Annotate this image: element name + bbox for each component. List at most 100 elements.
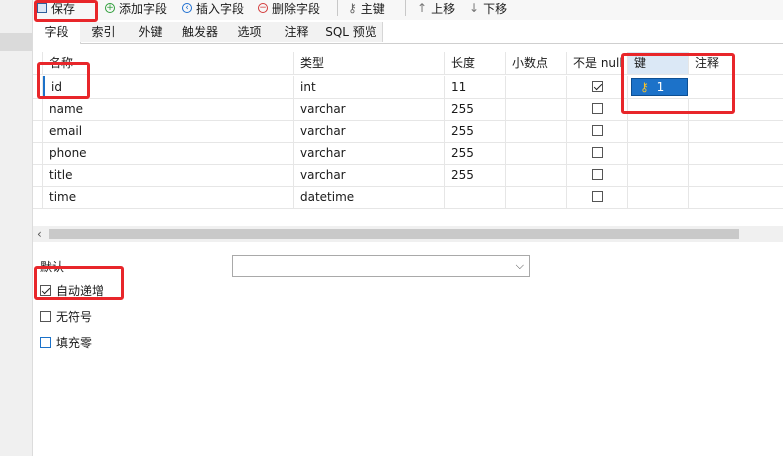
field-comment[interactable] <box>689 76 783 98</box>
field-length[interactable]: 255 <box>445 164 506 186</box>
tab-indexes[interactable]: 索引 <box>80 22 128 42</box>
field-decimals[interactable] <box>506 186 567 208</box>
default-row: 默认 <box>40 258 64 275</box>
col-header-length[interactable]: 长度 <box>445 52 506 74</box>
move-up-label: 上移 <box>431 1 456 16</box>
primary-key-button[interactable]: ⚷ 主键 <box>348 0 385 16</box>
auto-increment-option[interactable]: 自动递增 <box>40 282 104 299</box>
table-row[interactable]: id int 11 ⚷ 1 <box>33 76 783 99</box>
field-name[interactable]: name <box>43 98 294 120</box>
field-key[interactable] <box>628 164 689 186</box>
left-pane-selection <box>0 33 32 51</box>
not-null-checkbox[interactable] <box>592 191 603 202</box>
zerofill-checkbox[interactable] <box>40 337 51 348</box>
primary-key-cell[interactable]: ⚷ 1 <box>631 78 688 96</box>
field-not-null-cell <box>567 120 628 142</box>
field-name[interactable]: email <box>43 120 294 142</box>
tab-foreign-keys[interactable]: 外键 <box>127 22 175 42</box>
tab-triggers[interactable]: 触发器 <box>174 22 227 42</box>
add-field-button[interactable]: + 添加字段 <box>105 0 167 16</box>
move-up-button[interactable]: ↑ 上移 <box>417 0 455 16</box>
save-button[interactable]: 保存 <box>37 0 75 16</box>
field-decimals[interactable] <box>506 142 567 164</box>
chevron-left-icon[interactable]: ‹ <box>37 226 42 242</box>
table-row[interactable]: phone varchar 255 <box>33 142 783 165</box>
field-comment[interactable] <box>689 164 783 186</box>
field-decimals[interactable] <box>506 98 567 120</box>
move-down-button[interactable]: ↓ 下移 <box>469 0 507 16</box>
col-header-decimals[interactable]: 小数点 <box>506 52 567 74</box>
field-length[interactable]: 11 <box>445 76 506 98</box>
field-comment[interactable] <box>689 98 783 120</box>
field-name[interactable]: phone <box>43 142 294 164</box>
col-header-key[interactable]: 键 <box>628 52 689 74</box>
field-name[interactable]: title <box>43 164 294 186</box>
not-null-checkbox[interactable] <box>592 125 603 136</box>
table-row[interactable]: title varchar 255 <box>33 164 783 187</box>
field-key[interactable] <box>628 98 689 120</box>
field-comment[interactable] <box>689 142 783 164</box>
table-row[interactable]: time datetime <box>33 186 783 209</box>
table-row[interactable]: name varchar 255 <box>33 98 783 121</box>
field-type[interactable]: varchar <box>294 142 445 164</box>
field-key[interactable] <box>628 120 689 142</box>
minus-circle-icon: − <box>258 2 268 13</box>
col-header-comment[interactable]: 注释 <box>689 52 783 74</box>
insert-field-button[interactable]: ‹ 插入字段 <box>182 0 244 16</box>
zerofill-option[interactable]: 填充零 <box>40 334 92 351</box>
field-name[interactable]: time <box>43 186 294 208</box>
primary-key-label: 主键 <box>360 1 385 16</box>
key-icon: ⚷ <box>348 1 357 15</box>
field-type[interactable]: varchar <box>294 120 445 142</box>
scrollbar-thumb[interactable] <box>49 229 739 239</box>
field-not-null-cell <box>567 186 628 208</box>
field-comment[interactable] <box>689 186 783 208</box>
field-type[interactable]: varchar <box>294 164 445 186</box>
insert-field-label: 插入字段 <box>196 1 245 16</box>
arrow-down-icon: ↓ <box>469 1 480 15</box>
col-header-name[interactable]: 名称 <box>43 52 294 74</box>
field-length[interactable]: 255 <box>445 120 506 142</box>
field-type[interactable]: datetime <box>294 186 445 208</box>
field-key[interactable] <box>628 142 689 164</box>
field-name[interactable]: id <box>43 76 294 98</box>
auto-increment-checkbox[interactable] <box>40 285 51 296</box>
field-length[interactable]: 255 <box>445 142 506 164</box>
unsigned-label: 无符号 <box>56 310 93 324</box>
delete-field-button[interactable]: − 删除字段 <box>258 0 320 16</box>
field-decimals[interactable] <box>506 76 567 98</box>
unsigned-option[interactable]: 无符号 <box>40 308 92 325</box>
tab-bar: 字段 索引 外键 触发器 选项 注释 SQL 预览 <box>33 22 783 44</box>
field-comment[interactable] <box>689 120 783 142</box>
field-length[interactable]: 255 <box>445 98 506 120</box>
field-length[interactable] <box>445 186 506 208</box>
tab-sql-preview[interactable]: SQL 预览 <box>320 22 383 42</box>
default-select[interactable]: ⌵ <box>232 255 530 277</box>
horizontal-scrollbar[interactable]: ‹ <box>33 226 783 242</box>
unsigned-checkbox[interactable] <box>40 311 51 322</box>
col-header-type[interactable]: 类型 <box>294 52 445 74</box>
not-null-checkbox[interactable] <box>592 103 603 114</box>
auto-increment-label: 自动递增 <box>56 284 105 298</box>
arrow-up-icon: ↑ <box>417 1 428 15</box>
tab-options[interactable]: 选项 <box>226 22 274 42</box>
field-key[interactable] <box>628 186 689 208</box>
toolbar-separator <box>405 0 406 16</box>
toolbar: 保存 + 添加字段 ‹ 插入字段 − 删除字段 ⚷ 主键 ↑ 上移 ↓ 下移 <box>33 0 783 20</box>
field-type[interactable]: int <box>294 76 445 98</box>
not-null-checkbox[interactable] <box>592 169 603 180</box>
tab-fields[interactable]: 字段 <box>33 22 81 44</box>
not-null-checkbox[interactable] <box>592 81 603 92</box>
field-not-null-cell <box>567 164 628 186</box>
field-not-null-cell <box>567 98 628 120</box>
table-row[interactable]: email varchar 255 <box>33 120 783 143</box>
field-type[interactable]: varchar <box>294 98 445 120</box>
tab-comment[interactable]: 注释 <box>273 22 321 42</box>
col-header-not-null[interactable]: 不是 null <box>567 52 628 74</box>
field-decimals[interactable] <box>506 164 567 186</box>
move-down-label: 下移 <box>483 1 508 16</box>
field-decimals[interactable] <box>506 120 567 142</box>
not-null-checkbox[interactable] <box>592 147 603 158</box>
grid-header: 名称 类型 长度 小数点 不是 null 键 注释 <box>33 52 783 75</box>
key-icon: ⚷ <box>640 80 649 94</box>
